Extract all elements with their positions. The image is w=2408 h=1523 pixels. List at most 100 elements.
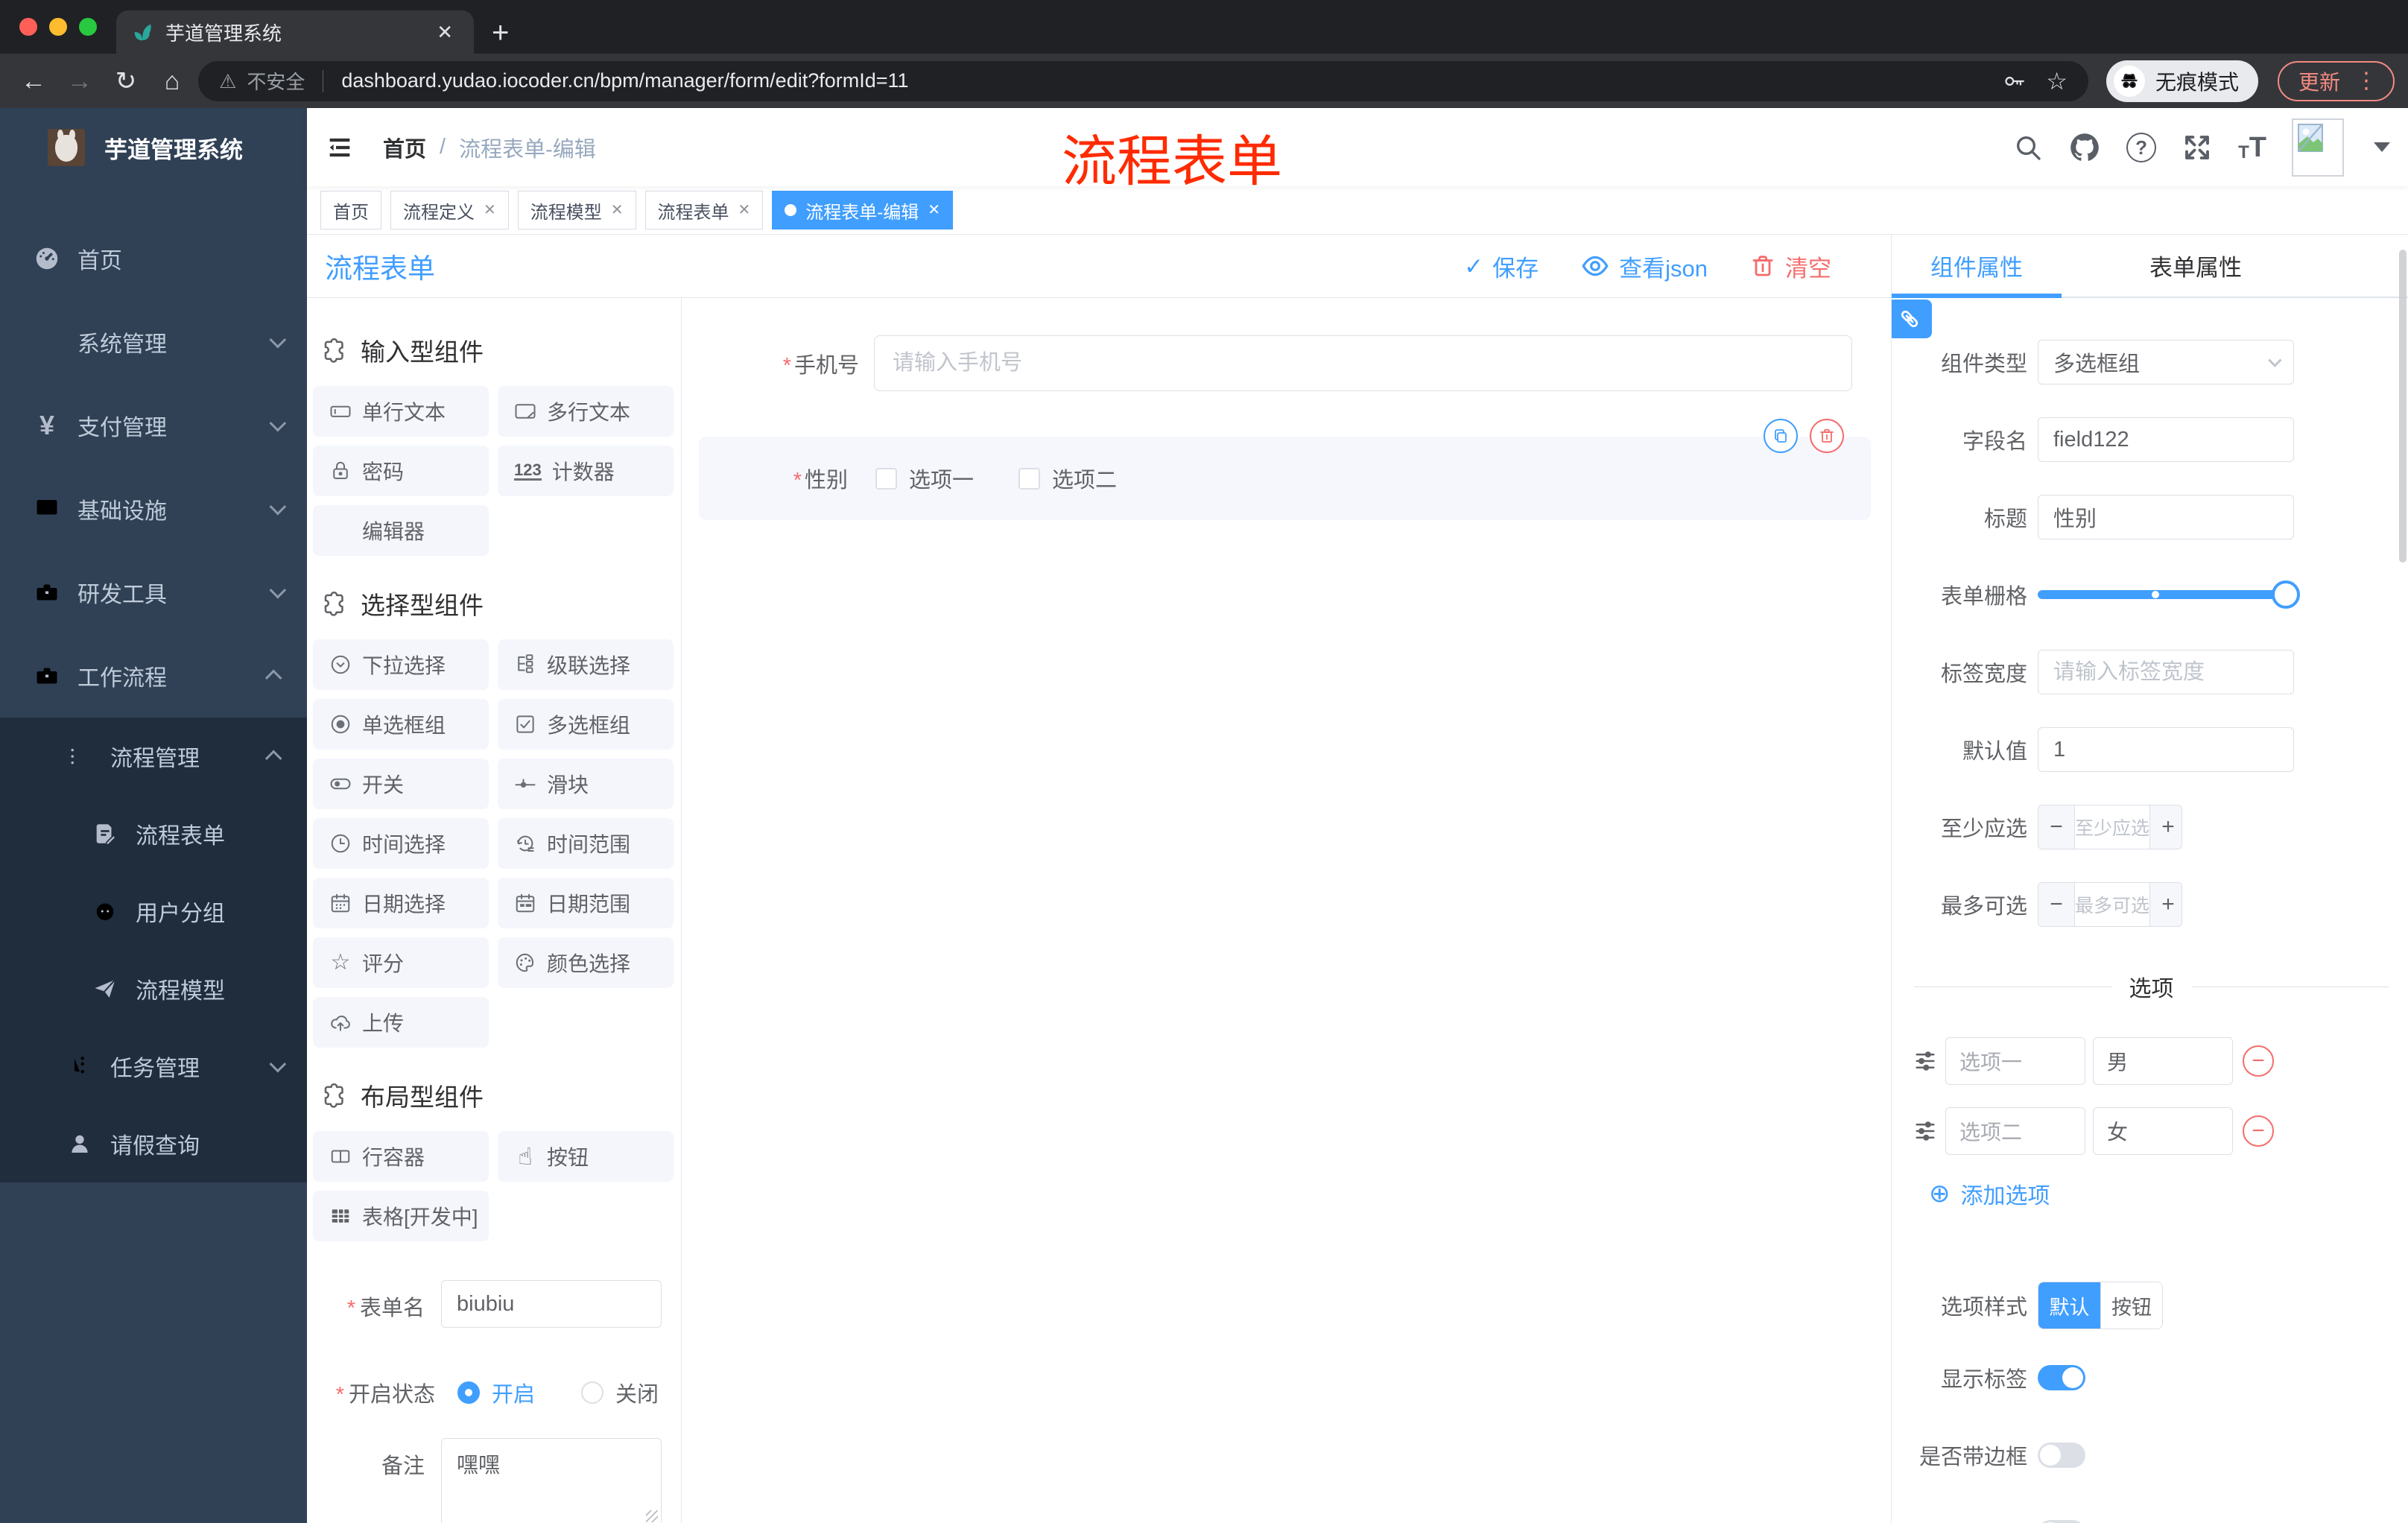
show-label-toggle[interactable] <box>2038 1365 2085 1390</box>
github-icon[interactable] <box>2068 131 2101 164</box>
sidebar-item-process-model[interactable]: 流程模型 <box>0 950 307 1028</box>
sidebar-item-home[interactable]: 首页 <box>0 217 307 300</box>
tab-form-props[interactable]: 表单属性 <box>2062 235 2330 297</box>
sidebar-item-infra[interactable]: 基础设施 <box>0 467 307 551</box>
palette-item-date-picker[interactable]: 日期选择 <box>313 878 489 928</box>
close-icon[interactable]: ✕ <box>738 203 751 218</box>
key-icon[interactable] <box>2001 69 2027 94</box>
grid-slider[interactable] <box>2038 572 2300 617</box>
palette-item-radio-group[interactable]: 单选框组 <box>313 699 489 750</box>
gender-option1-checkbox[interactable]: 选项一 <box>875 463 974 494</box>
sidebar-item-devtools[interactable]: 研发工具 <box>0 551 307 634</box>
palette-item-time-picker[interactable]: 时间选择 <box>313 818 489 869</box>
palette-item-checkbox-group[interactable]: 多选框组 <box>498 699 674 750</box>
close-window-button[interactable] <box>19 18 37 36</box>
min-select-value[interactable]: 至少应选 <box>2074 805 2151 849</box>
clear-button[interactable]: 清空 <box>1749 250 1831 283</box>
close-icon[interactable]: ✕ <box>484 203 496 218</box>
sidebar-logo[interactable]: 芋道管理系统 <box>0 108 307 187</box>
breadcrumb-home[interactable]: 首页 <box>383 132 426 163</box>
fullscreen-icon[interactable] <box>2182 132 2213 163</box>
new-tab-button[interactable]: + <box>474 18 527 54</box>
drag-handle-icon[interactable] <box>1914 1050 1936 1072</box>
palette-item-counter[interactable]: 123 计数器 <box>498 446 674 496</box>
gender-option2-checkbox[interactable]: 选项二 <box>1018 463 1117 494</box>
palette-item-editor[interactable]: 编辑器 <box>313 505 489 556</box>
close-icon[interactable]: ✕ <box>928 203 940 218</box>
drag-handle-icon[interactable] <box>1914 1120 1936 1142</box>
border-toggle[interactable] <box>2038 1443 2085 1468</box>
option-label-input[interactable] <box>1945 1107 2085 1155</box>
palette-item-time-range[interactable]: 时间范围 <box>498 818 674 869</box>
tab-close-icon[interactable]: ✕ <box>431 19 459 45</box>
avatar-caret-icon[interactable] <box>2374 142 2390 152</box>
link-handle[interactable] <box>1892 300 1932 338</box>
browser-menu-icon[interactable]: ⋮ <box>2355 69 2378 92</box>
palette-item-row-container[interactable]: 行容器 <box>313 1131 489 1182</box>
sidebar-item-leave-query[interactable]: 请假查询 <box>0 1105 307 1182</box>
sidebar-item-payment[interactable]: ¥ 支付管理 <box>0 384 307 467</box>
reload-icon[interactable]: ↻ <box>106 69 146 94</box>
bookmark-star-icon[interactable]: ☆ <box>2046 69 2068 93</box>
url-text[interactable]: dashboard.yudao.iocoder.cn/bpm/manager/f… <box>341 69 1991 92</box>
add-option-button[interactable]: ⊕ 添加选项 <box>1929 1177 2408 1210</box>
remove-option-button[interactable]: − <box>2243 1045 2274 1077</box>
forward-icon[interactable]: → <box>60 69 100 94</box>
field-name-input[interactable] <box>2038 417 2294 462</box>
browser-tab[interactable]: 芋道管理系统 ✕ <box>116 10 474 54</box>
font-size-icon[interactable]: TT <box>2238 133 2266 162</box>
minimize-window-button[interactable] <box>49 18 67 36</box>
security-label[interactable]: 不安全 <box>247 67 305 95</box>
palette-item-table[interactable]: 表格[开发中] <box>313 1191 489 1241</box>
max-select-value[interactable]: 最多可选 <box>2074 883 2151 926</box>
update-button[interactable]: 更新 ⋮ <box>2277 60 2395 101</box>
page-tab-process-def[interactable]: 流程定义 ✕ <box>390 191 509 229</box>
palette-item-password[interactable]: 密码 <box>313 446 489 496</box>
option-label-input[interactable] <box>1945 1037 2085 1085</box>
form-name-input[interactable] <box>441 1280 662 1328</box>
style-default-button[interactable]: 默认 <box>2038 1282 2100 1329</box>
url-bar[interactable]: ⚠ 不安全 dashboard.yudao.iocoder.cn/bpm/man… <box>198 60 2088 101</box>
copy-component-button[interactable] <box>1764 419 1798 453</box>
sidebar-item-task-mgmt[interactable]: 任务管理 <box>0 1028 307 1105</box>
back-icon[interactable]: ← <box>13 69 54 94</box>
zoom-window-button[interactable] <box>79 18 97 36</box>
palette-item-date-range[interactable]: 日期范围 <box>498 878 674 928</box>
resize-grip-icon[interactable] <box>646 1510 658 1522</box>
palette-item-switch[interactable]: 开关 <box>313 759 489 809</box>
avatar[interactable] <box>2292 118 2344 177</box>
decrease-button[interactable]: − <box>2038 883 2074 926</box>
palette-item-slider[interactable]: 滑块 <box>498 759 674 809</box>
palette-item-upload[interactable]: 上传 <box>313 997 489 1048</box>
palette-item-color-picker[interactable]: 颜色选择 <box>498 937 674 988</box>
title-input[interactable] <box>2038 495 2294 539</box>
window-controls[interactable] <box>0 18 116 54</box>
component-type-select[interactable] <box>2038 340 2294 384</box>
close-icon[interactable]: ✕ <box>611 203 624 218</box>
palette-item-cascader[interactable]: 级联选择 <box>498 639 674 690</box>
sidebar-item-user-group[interactable]: 用户分组 <box>0 873 307 950</box>
page-tab-process-form[interactable]: 流程表单 ✕ <box>644 191 764 229</box>
form-canvas[interactable]: *手机号 *性别 <box>682 298 1891 1523</box>
slider-track[interactable] <box>2038 590 2294 599</box>
label-width-input[interactable] <box>2038 650 2294 694</box>
home-icon[interactable]: ⌂ <box>152 69 192 94</box>
tab-component-props[interactable]: 组件属性 <box>1892 235 2062 297</box>
remark-textarea[interactable]: 嘿嘿 <box>441 1438 662 1523</box>
default-value-input[interactable] <box>2038 727 2294 772</box>
canvas-field-gender-selected[interactable]: * 性别 选项一 选项二 <box>699 419 1871 520</box>
page-tab-process-form-edit[interactable]: 流程表单-编辑 ✕ <box>772 191 954 229</box>
palette-item-single-text[interactable]: 单行文本 <box>313 386 489 437</box>
update-label[interactable]: 更新 <box>2298 66 2340 96</box>
palette-item-button[interactable]: ☝ 按钮 <box>498 1131 674 1182</box>
increase-button[interactable]: + <box>2150 883 2182 926</box>
status-off-radio[interactable]: 关闭 <box>581 1377 659 1408</box>
palette-item-rate[interactable]: ☆ 评分 <box>313 937 489 988</box>
page-tab-home[interactable]: 首页 <box>320 191 381 229</box>
style-button-button[interactable]: 按钮 <box>2100 1282 2162 1329</box>
disabled-toggle[interactable] <box>2038 1520 2085 1523</box>
option-value-input[interactable] <box>2093 1107 2233 1155</box>
slider-handle[interactable] <box>2272 580 2300 609</box>
sidebar-item-process-mgmt[interactable]: 流程管理 <box>0 718 307 795</box>
page-scrollbar[interactable] <box>2399 250 2407 563</box>
